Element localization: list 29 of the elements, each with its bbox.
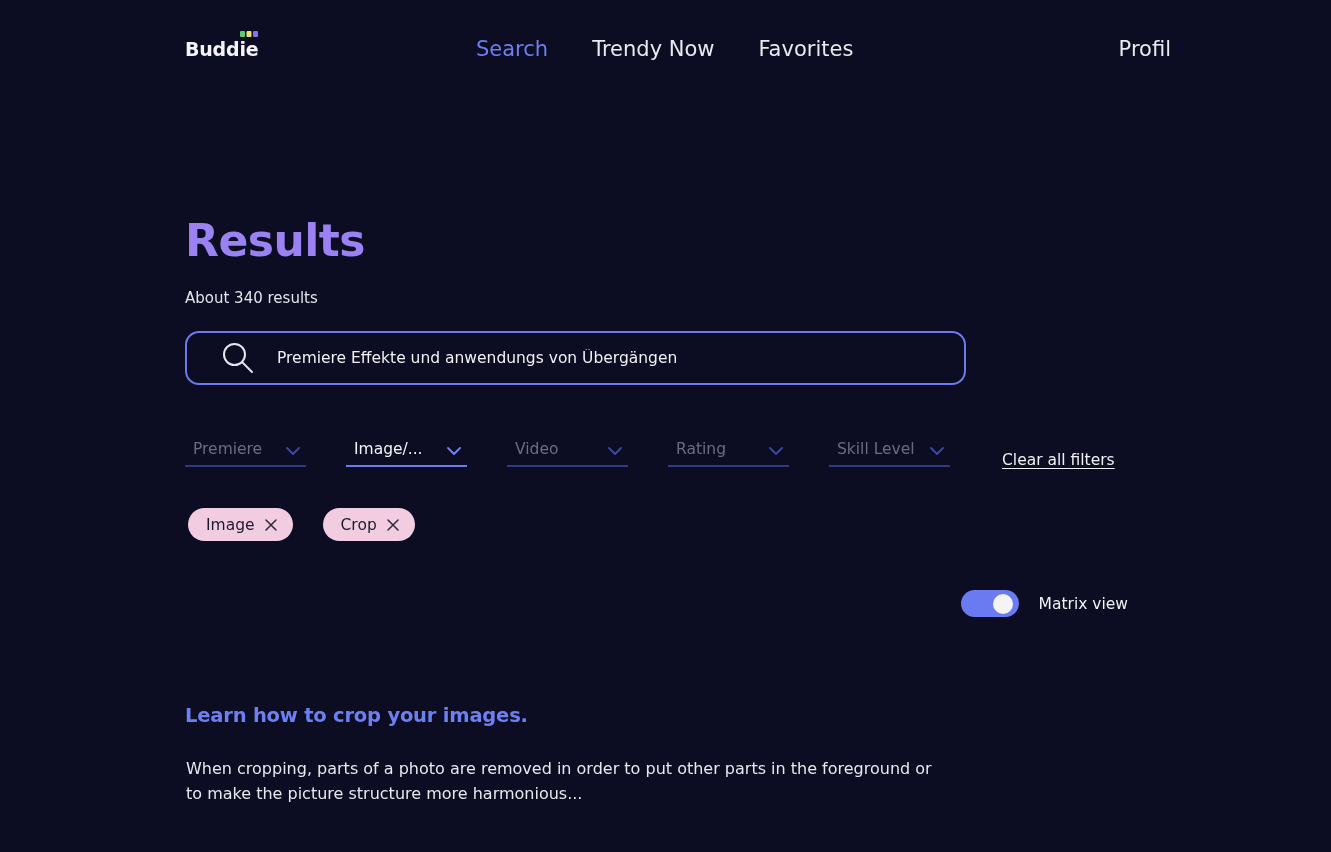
chevron-down-icon	[769, 446, 783, 455]
chevron-down-icon	[608, 446, 622, 455]
result-count: About 340 results	[185, 288, 318, 308]
result-title-link[interactable]: Learn how to crop your images.	[185, 703, 528, 729]
chevron-down-icon	[930, 446, 944, 455]
filter-chip[interactable]: Crop	[322, 508, 415, 541]
profile-link[interactable]: Profil	[1118, 37, 1171, 61]
filter-dropdown[interactable]: Image/...	[346, 436, 467, 467]
toggle-label: Matrix view	[1038, 594, 1128, 613]
chevron-down-icon	[447, 446, 461, 455]
nav-link[interactable]: Favorites	[758, 37, 854, 61]
close-icon[interactable]	[386, 518, 399, 531]
nav-link[interactable]: Trendy Now	[592, 37, 715, 61]
search-field[interactable]: Premiere Effekte und anwendungs von Übergängen	[185, 331, 966, 385]
page-heading: Results	[185, 214, 366, 268]
clear-filters-link[interactable]: Clear all filters	[1002, 451, 1115, 469]
toggle-switch[interactable]	[960, 590, 1019, 617]
filter-chip[interactable]: Image	[188, 508, 293, 541]
logo-dots-icon	[240, 31, 259, 37]
filter-dropdown[interactable]: Premiere	[185, 436, 306, 467]
filter-dropdown[interactable]: Skill Level	[829, 436, 950, 467]
chevron-down-icon	[286, 446, 300, 455]
result-description: When cropping, parts of a photo are removed in order to put other parts in the foreground or to make the picture structure more harmonious...	[186, 758, 933, 805]
search-icon	[222, 342, 254, 374]
close-icon[interactable]	[264, 518, 277, 531]
filter-dropdown[interactable]: Rating	[668, 436, 789, 467]
filter-dropdown[interactable]: Video	[507, 436, 628, 467]
nav-link[interactable]: Search	[476, 37, 549, 61]
logo-text: Buddie	[185, 38, 259, 60]
